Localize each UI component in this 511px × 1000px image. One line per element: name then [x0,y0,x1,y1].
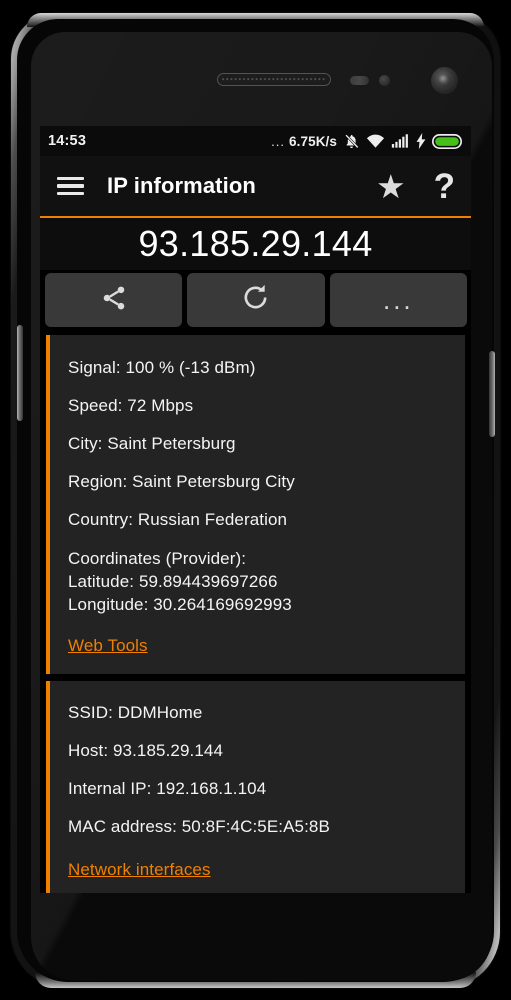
network-speed-text: 6.75K/s [289,133,337,149]
hamburger-menu-icon[interactable] [57,176,84,196]
share-button[interactable] [45,273,183,327]
more-options-button[interactable]: ... [329,273,467,327]
phone-device: 14:53 ... 6.75K/s IP information ★ ? 93.… [0,0,511,1000]
charging-bolt-icon [416,133,426,149]
status-clock: 14:53 [48,133,87,149]
light-sensor-icon [379,75,390,86]
status-overflow-dots-icon: ... [271,133,286,149]
network-interfaces-row: Network interfaces [68,846,465,883]
question-mark-icon[interactable]: ? [434,169,455,204]
country-row: Country: Russian Federation [68,509,288,529]
more-dots-icon: ... [382,284,414,315]
host-row: Host: 93.185.29.144 [68,741,224,760]
wifi-icon [366,133,385,149]
city-row: City: Saint Petersburg [68,433,236,453]
share-icon [100,284,128,317]
action-button-row: ... [40,270,471,332]
front-camera-icon [431,67,458,94]
web-tools-row: Web Tools [68,622,465,659]
cellular-signal-icon [391,133,410,149]
region-row: Region: Saint Petersburg City [68,471,295,491]
refresh-button[interactable] [187,273,325,327]
coordinates-block: Coordinates (Provider): Latitude: 59.894… [68,538,465,622]
speed-row: Speed: 72 Mbps [68,395,194,415]
coordinates-title: Coordinates (Provider): [68,548,247,568]
ip-address-header: 93.185.29.144 [40,218,471,270]
ip-address-value: 93.185.29.144 [138,223,373,264]
earpiece-speaker-icon [217,73,331,86]
web-tools-link[interactable]: Web Tools [68,636,148,655]
info-cards-container: Signal: 100 % (-13 dBm) Speed: 72 Mbps C… [40,332,471,893]
network-interfaces-link[interactable]: Network interfaces [68,860,211,879]
action-bar-actions: ★ ? [376,169,455,204]
silent-bell-icon [343,133,360,150]
internal-ip-row: Internal IP: 192.168.1.104 [68,779,267,798]
longitude-value: Longitude: 30.264169692993 [68,594,292,614]
ssid-row: SSID: DDMHome [68,703,203,722]
volume-button[interactable] [17,325,23,421]
signal-row: Signal: 100 % (-13 dBm) [68,357,256,377]
phone-screen: 14:53 ... 6.75K/s IP information ★ ? 93.… [40,126,471,893]
power-button[interactable] [489,351,495,437]
latitude-value: Latitude: 59.894439697266 [68,571,278,591]
status-icons-group: ... 6.75K/s [271,133,462,150]
status-bar: 14:53 ... 6.75K/s [40,126,471,156]
proximity-sensor-icon [350,76,369,85]
network-info-card: SSID: DDMHome Host: 93.185.29.144 Intern… [46,680,465,893]
action-bar: IP information ★ ? [40,156,471,218]
connection-info-card: Signal: 100 % (-13 dBm) Speed: 72 Mbps C… [46,335,465,674]
refresh-icon [241,283,270,317]
mac-address-row: MAC address: 50:8F:4C:5E:A5:8B [68,817,330,836]
battery-icon [432,133,462,149]
page-title: IP information [107,173,256,198]
star-icon[interactable]: ★ [376,170,406,203]
